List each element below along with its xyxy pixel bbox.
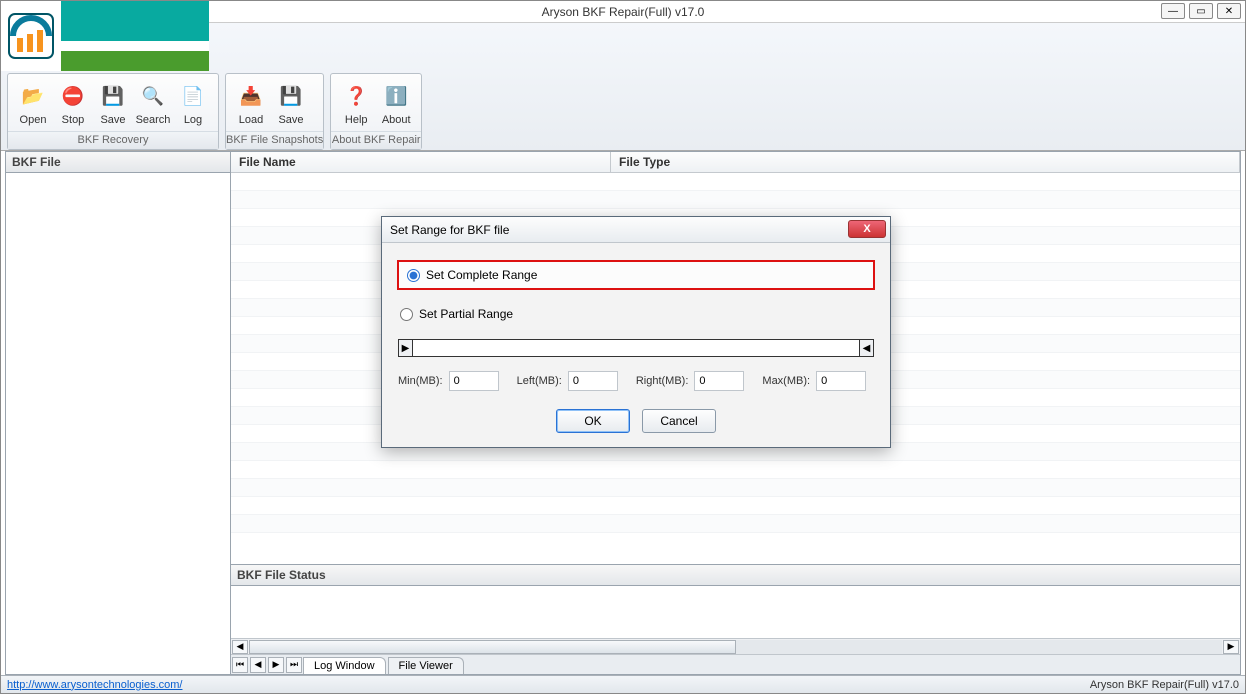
ribbon-button-label: Help <box>345 114 368 126</box>
dialog-titlebar[interactable]: Set Range for BKF file X <box>382 217 890 243</box>
open-button[interactable]: 📂 Open <box>14 78 52 131</box>
option-complete-range[interactable]: Set Complete Range <box>398 261 874 289</box>
left-label: Left(MB): <box>517 375 562 387</box>
app-logo <box>1 1 209 71</box>
log-button[interactable]: 📄 Log <box>174 78 212 131</box>
stop-button[interactable]: ⛔ Stop <box>54 78 92 131</box>
close-button[interactable]: ✕ <box>1217 3 1241 19</box>
ribbon-group-caption: BKF File Snapshots <box>226 131 323 149</box>
cancel-button[interactable]: Cancel <box>642 409 716 433</box>
ribbon-button-label: Open <box>20 114 47 126</box>
option-partial-range[interactable]: Set Partial Range <box>398 301 874 327</box>
bottom-tabs: ⏮ ◀ ▶ ⏭ Log Window File Viewer <box>231 654 1240 674</box>
ribbon-group: ❓ Help ℹ️ About About BKF Repair <box>330 73 422 150</box>
left-input[interactable] <box>568 371 618 391</box>
ribbon-button-label: Search <box>136 114 171 126</box>
help-icon: ❓ <box>340 80 372 112</box>
ribbon-group: 📥 Load 💾 Save BKF File Snapshots <box>225 73 324 150</box>
save-icon: 💾 <box>97 80 129 112</box>
dialog-title: Set Range for BKF file <box>390 223 509 237</box>
ribbon-button-label: Stop <box>62 114 85 126</box>
ok-button[interactable]: OK <box>556 409 630 433</box>
max-label: Max(MB): <box>762 375 810 387</box>
status-app-name: Aryson BKF Repair(Full) v17.0 <box>1090 679 1239 691</box>
label-partial-range: Set Partial Range <box>419 307 513 321</box>
ribbon-button-label: Save <box>278 114 303 126</box>
horizontal-scrollbar[interactable]: ◀ ▶ <box>231 638 1240 654</box>
tab-log-window[interactable]: Log Window <box>303 657 386 674</box>
open-icon: 📂 <box>17 80 49 112</box>
status-bar: http://www.arysontechnologies.com/ Aryso… <box>1 675 1245 693</box>
min-label: Min(MB): <box>398 375 443 387</box>
min-input[interactable] <box>449 371 499 391</box>
sidebar: BKF File <box>6 152 231 674</box>
tab-nav-next-icon[interactable]: ▶ <box>268 657 284 673</box>
dialog-close-button[interactable]: X <box>848 220 886 238</box>
column-file-name[interactable]: File Name <box>231 152 611 172</box>
ribbon-group-caption: BKF Recovery <box>8 131 218 149</box>
about-button[interactable]: ℹ️ About <box>377 78 415 131</box>
snapshot-save-button[interactable]: 💾 Save <box>272 78 310 131</box>
search-button[interactable]: 🔍 Search <box>134 78 172 131</box>
maximize-button[interactable]: ▭ <box>1189 3 1213 19</box>
right-label: Right(MB): <box>636 375 689 387</box>
slider-left-handle-icon[interactable]: ▶ <box>399 340 413 356</box>
vendor-link[interactable]: http://www.arysontechnologies.com/ <box>7 679 182 691</box>
ribbon-group-caption: About BKF Repair <box>331 131 421 149</box>
sidebar-header: BKF File <box>6 152 230 173</box>
tab-nav-first-icon[interactable]: ⏮ <box>232 657 248 673</box>
log-icon: 📄 <box>177 80 209 112</box>
ribbon-button-label: About <box>382 114 411 126</box>
scroll-left-icon[interactable]: ◀ <box>232 640 248 654</box>
stop-icon: ⛔ <box>57 80 89 112</box>
scroll-right-icon[interactable]: ▶ <box>1223 640 1239 654</box>
load-button[interactable]: 📥 Load <box>232 78 270 131</box>
slider-right-handle-icon[interactable]: ◀ <box>859 340 873 356</box>
about-icon: ℹ️ <box>380 80 412 112</box>
ribbon-group: 📂 Open ⛔ Stop 💾 Save 🔍 Search 📄 Log BKF Recovery <box>7 73 219 150</box>
minimize-button[interactable]: — <box>1161 3 1185 19</box>
window-controls: — ▭ ✕ <box>1161 3 1241 19</box>
window-title: Aryson BKF Repair(Full) v17.0 <box>542 5 705 19</box>
range-slider[interactable]: ▶ ◀ <box>398 339 874 357</box>
logo-icon <box>1 1 61 71</box>
max-input[interactable] <box>816 371 866 391</box>
column-file-type[interactable]: File Type <box>611 152 1240 172</box>
status-panel: BKF File Status ◀ ▶ ⏮ ◀ ▶ ⏭ Log Window F… <box>231 564 1240 674</box>
ribbon-button-label: Save <box>100 114 125 126</box>
ribbon-button-label: Load <box>239 114 263 126</box>
status-body <box>231 586 1240 638</box>
range-dialog: Set Range for BKF file X Set Complete Ra… <box>381 216 891 448</box>
column-headers: File Name File Type <box>231 152 1240 173</box>
tab-file-viewer[interactable]: File Viewer <box>388 657 464 674</box>
tab-nav-last-icon[interactable]: ⏭ <box>286 657 302 673</box>
scroll-thumb[interactable] <box>249 640 736 654</box>
right-input[interactable] <box>694 371 744 391</box>
snapshot-save-icon: 💾 <box>275 80 307 112</box>
sidebar-tree[interactable] <box>6 173 230 674</box>
save-button[interactable]: 💾 Save <box>94 78 132 131</box>
help-button[interactable]: ❓ Help <box>337 78 375 131</box>
ribbon-button-label: Log <box>184 114 202 126</box>
radio-complete-range[interactable] <box>407 269 420 282</box>
radio-partial-range[interactable] <box>400 308 413 321</box>
status-header: BKF File Status <box>231 565 1240 586</box>
label-complete-range: Set Complete Range <box>426 268 537 282</box>
tab-nav-prev-icon[interactable]: ◀ <box>250 657 266 673</box>
load-icon: 📥 <box>235 80 267 112</box>
search-icon: 🔍 <box>137 80 169 112</box>
